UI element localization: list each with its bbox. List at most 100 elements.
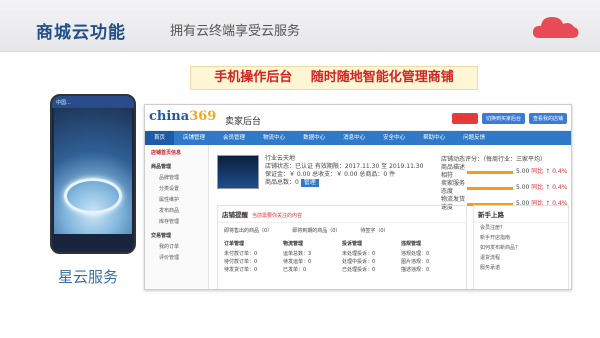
- logo-number: 369: [189, 109, 217, 124]
- column-row[interactable]: 描述违规：0: [401, 266, 460, 274]
- violations-column: 违规管理 违规处理：0 图片违规：0 描述违规：0: [401, 240, 460, 274]
- stats-columns: 订单管理 未付款订单：0 待付款订单：0 待发货订单：0 物流管理 运单总数：3…: [218, 238, 466, 276]
- score-title: 店铺动态评分：（每周行业：三家平均）: [441, 156, 547, 163]
- reminder-item[interactable]: 即将到期的商品（0）: [292, 227, 340, 234]
- sidebar-item-publish[interactable]: 发布商品: [145, 206, 208, 217]
- column-row[interactable]: 待付款订单：0: [224, 258, 283, 266]
- novice-item[interactable]: 退货流程: [474, 253, 568, 263]
- nav-security[interactable]: 安全中心: [374, 131, 414, 145]
- logistics-column: 物流管理 运单总数：3 待发运单：0 已发单：0: [283, 240, 342, 274]
- shop-score: 店铺动态评分：（每周行业：三家平均） 商品描述相符 5.00 同比 ↑ 0.4%…: [441, 155, 571, 212]
- nav-messages[interactable]: 消息中心: [334, 131, 374, 145]
- reminder-note: 当前需要你关注的内容: [252, 213, 303, 219]
- score-compare: 同比 ↑ 0.4%: [531, 184, 568, 191]
- logo-text: china: [149, 109, 190, 124]
- sidebar-item-shop-home[interactable]: 店铺首页信息: [145, 148, 208, 159]
- column-row[interactable]: 运单总数：3: [283, 250, 342, 258]
- main-nav: 首页 店铺管理 会员管理 物流中心 数据中心 消息中心 安全中心 帮助中心 问题…: [145, 131, 571, 145]
- sidebar-item-attributes[interactable]: 属性维护: [145, 195, 208, 206]
- column-title: 物流管理: [283, 241, 304, 247]
- sidebar-item-orders[interactable]: 我的订单: [145, 242, 208, 253]
- cloud-icon: [532, 17, 579, 38]
- orders-column: 订单管理 未付款订单：0 待付款订单：0 待发货订单：0: [224, 240, 283, 274]
- column-row[interactable]: 已处理投诉：0: [342, 266, 401, 274]
- reminder-title: 店铺提醒: [222, 211, 248, 219]
- nav-feedback[interactable]: 问题反馈: [454, 131, 494, 145]
- score-value: 5.00: [516, 184, 530, 191]
- page-title: 商城云功能: [36, 23, 126, 43]
- score-compare: 同比 ↑ 0.4%: [531, 168, 568, 175]
- score-label: 卖家服务态度: [441, 180, 466, 195]
- shop-name: 行业云天地: [265, 155, 296, 162]
- sidebar-group-products[interactable]: 商品管理: [145, 162, 208, 173]
- sidebar-item-stock[interactable]: 库存管理: [145, 217, 208, 228]
- reminder-item[interactable]: 即将售出的商品（0）: [224, 227, 272, 234]
- novice-item[interactable]: 会员注册?: [474, 223, 568, 233]
- novice-guide-panel: 新手上路 会员注册? 新手开店指南 如何发布新商品? 退货流程 服务承诺: [473, 205, 569, 289]
- view-shop-button[interactable]: 查看我的店铺: [528, 113, 567, 124]
- messages-button[interactable]: 0条消息: [451, 113, 478, 124]
- column-row[interactable]: 处理中投诉：0: [342, 258, 401, 266]
- sidebar-item-reviews[interactable]: 评价管理: [145, 253, 208, 264]
- dashboard-screenshot: china369 卖家后台 0条消息 切换到买家后台 查看我的店铺 首页 店铺管…: [144, 104, 572, 290]
- complaints-column: 投诉管理 未处理投诉：0 处理中投诉：0 已处理投诉：0: [342, 240, 401, 274]
- service-caption: 星云服务: [58, 268, 119, 286]
- nav-logistics[interactable]: 物流中心: [254, 131, 294, 145]
- shop-thumbnail: [217, 155, 259, 189]
- shop-info: 行业云天地 店铺状态：已认证 有效期限：2017.11.30 至 2019.11…: [217, 153, 424, 195]
- nav-members[interactable]: 会员管理: [214, 131, 254, 145]
- switch-buyer-button[interactable]: 切换到买家后台: [481, 113, 525, 124]
- slogan-banner: 手机操作后台 随时随地智能化管理商铺: [190, 66, 478, 90]
- dashboard-header: china369 卖家后台 0条消息 切换到买家后台 查看我的店铺: [145, 105, 571, 131]
- column-row[interactable]: 违规处理：0: [401, 250, 460, 258]
- nav-help[interactable]: 帮助中心: [414, 131, 454, 145]
- nav-home[interactable]: 首页: [145, 131, 175, 145]
- column-row[interactable]: 未处理投诉：0: [342, 250, 401, 258]
- dashboard-title: 卖家后台: [225, 117, 262, 127]
- reminder-header: 店铺提醒 当前需要你关注的内容: [218, 206, 466, 223]
- novice-item[interactable]: 如何发布新商品?: [474, 243, 568, 253]
- shop-reminder-panel: 店铺提醒 当前需要你关注的内容 即将售出的商品（0） 即将到期的商品（0） 待签字…: [217, 205, 467, 289]
- phone-mockup: 中国...: [50, 94, 136, 254]
- column-title: 投诉管理: [342, 241, 363, 247]
- phone-screen-image: [54, 108, 132, 248]
- score-bar: [467, 170, 513, 174]
- reminder-row: 即将售出的商品（0） 即将到期的商品（0） 待签字（0）: [218, 223, 466, 238]
- dashboard-logo: china369: [149, 109, 216, 124]
- sidebar-group-trade[interactable]: 交易管理: [145, 231, 208, 242]
- score-bar: [467, 186, 513, 190]
- phone-ring-graphic: [64, 178, 122, 214]
- score-value: 5.00: [516, 168, 530, 175]
- nav-shop[interactable]: 店铺管理: [174, 131, 214, 145]
- novice-item[interactable]: 服务承诺: [474, 263, 568, 273]
- phone-status-bar: 中国...: [52, 96, 134, 108]
- top-buttons: 0条消息 切换到买家后台 查看我的店铺: [451, 113, 567, 124]
- score-row: 卖家服务态度 5.00 同比 ↑ 0.4%: [441, 180, 571, 196]
- phone-bottom-bar: [54, 234, 132, 248]
- shop-manage-tag[interactable]: 管理: [300, 179, 319, 187]
- column-row[interactable]: 未付款订单：0: [224, 250, 283, 258]
- slogan-part1: 手机操作后台: [214, 70, 293, 85]
- shop-line2: 保证金：￥ 0.00 总收支：￥ 0.00 总商品：0 件: [265, 171, 396, 178]
- slogan-part2: 随时随地智能化管理商铺: [310, 70, 454, 85]
- column-row[interactable]: 待发货订单：0: [224, 266, 283, 274]
- sidebar-item-brands[interactable]: 品牌管理: [145, 173, 208, 184]
- novice-title: 新手上路: [474, 206, 568, 223]
- column-title: 违规管理: [401, 241, 422, 247]
- header-band: 商城云功能 拥有云终端享受云服务: [0, 0, 600, 52]
- novice-item[interactable]: 新手开店指南: [474, 233, 568, 243]
- shop-line1: 店铺状态：已认证 有效期限：2017.11.30 至 2019.11.30: [265, 163, 424, 170]
- shop-line3: 商品总数：0: [265, 179, 299, 186]
- nav-data[interactable]: 数据中心: [294, 131, 334, 145]
- score-label: 商品描述相符: [441, 164, 466, 179]
- column-row[interactable]: 图片违规：0: [401, 258, 460, 266]
- page-subtitle: 拥有云终端享受云服务: [170, 24, 301, 39]
- score-row: 商品描述相符 5.00 同比 ↑ 0.4%: [441, 164, 571, 180]
- sidebar-item-categories[interactable]: 分类设置: [145, 184, 208, 195]
- reminder-item[interactable]: 待签字（0）: [360, 227, 388, 234]
- column-row[interactable]: 待发运单：0: [283, 258, 342, 266]
- shop-details: 行业云天地 店铺状态：已认证 有效期限：2017.11.30 至 2019.11…: [265, 155, 424, 187]
- sidebar: 店铺首页信息 商品管理 品牌管理 分类设置 属性维护 发布商品 库存管理 交易管…: [145, 145, 209, 289]
- column-title: 订单管理: [224, 241, 245, 247]
- column-row[interactable]: 已发单：0: [283, 266, 342, 274]
